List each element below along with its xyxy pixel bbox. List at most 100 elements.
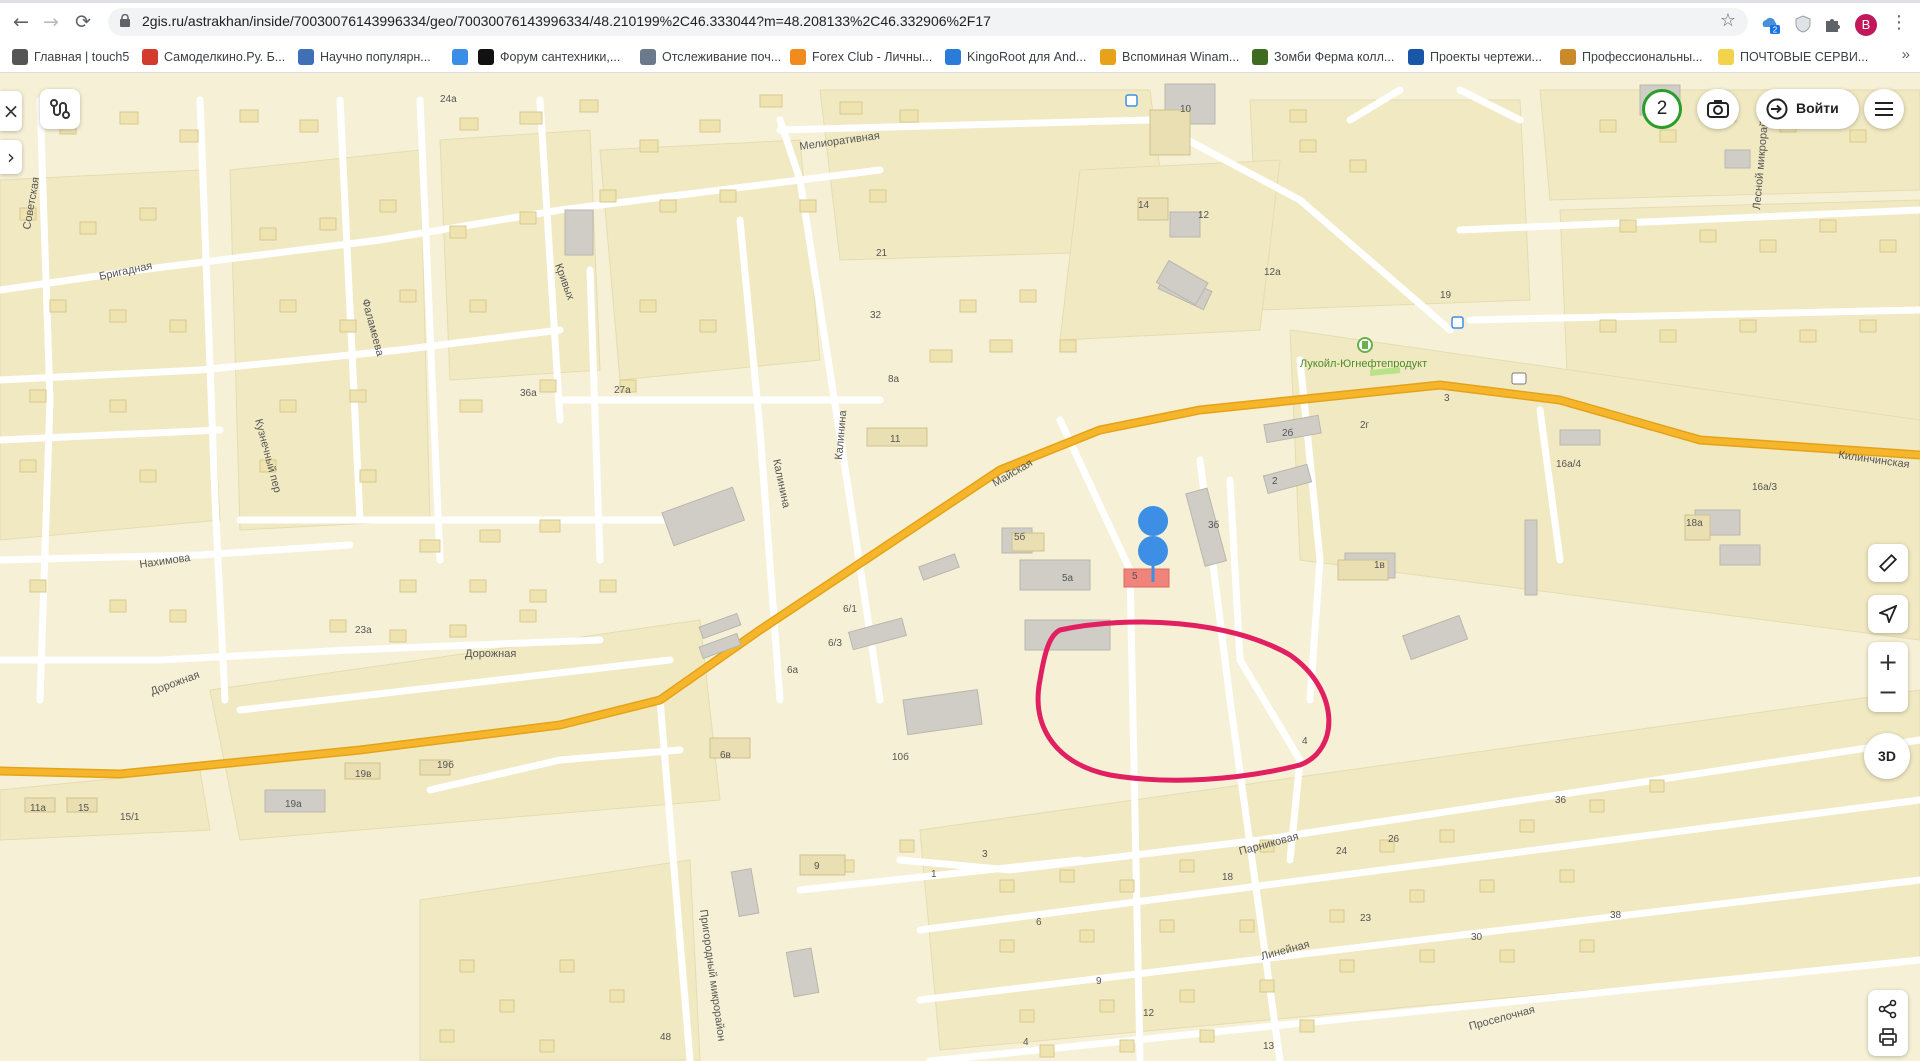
house-number[interactable]: 19	[1440, 290, 1452, 301]
house-number[interactable]: 2б	[1282, 427, 1294, 439]
house-number[interactable]: 30	[1471, 932, 1483, 943]
close-panel-button[interactable]: ×	[0, 91, 22, 131]
house-number[interactable]: 24	[1336, 846, 1348, 857]
house-number[interactable]: 11	[890, 434, 901, 445]
bookmark-item[interactable]: Профессиональны...	[1560, 47, 1703, 67]
house-number[interactable]: 23	[1360, 913, 1372, 924]
house-number[interactable]: 18а	[1686, 518, 1703, 529]
bookmark-item[interactable]: Вспоминая Winam...	[1100, 47, 1239, 67]
notifications-badge[interactable]: 2	[1642, 89, 1682, 129]
house-number[interactable]: 48	[660, 1032, 672, 1043]
bookmark-item[interactable]: Самоделкино.Ру. Б...	[142, 47, 285, 67]
main-menu-button[interactable]	[1864, 89, 1904, 129]
shield-extension-icon[interactable]	[1793, 14, 1813, 34]
house-number[interactable]: 3	[982, 849, 988, 860]
bookmark-item[interactable]: Форум сантехники,...	[478, 47, 620, 67]
house-number[interactable]: 4	[1023, 1037, 1029, 1048]
house-number[interactable]: 11а	[30, 803, 46, 814]
house-number[interactable]: 6а	[787, 665, 799, 676]
bookmark-item[interactable]	[452, 47, 474, 67]
3d-toggle-button[interactable]: 3D	[1864, 733, 1910, 779]
house-number[interactable]: 9	[814, 861, 820, 872]
house-number[interactable]: 2г	[1360, 420, 1370, 431]
back-icon[interactable]: ←	[8, 9, 34, 35]
house-number[interactable]: 13	[1263, 1041, 1275, 1052]
house-number[interactable]: 23а	[355, 625, 372, 636]
house-number[interactable]: 14	[1138, 200, 1150, 211]
house-number[interactable]: 15	[78, 803, 90, 814]
house-number[interactable]: 19б	[437, 759, 454, 771]
house-number[interactable]: 8а	[888, 374, 900, 385]
profile-avatar[interactable]: B	[1855, 14, 1877, 36]
house-number[interactable]: 16а/3	[1752, 482, 1777, 493]
house-number[interactable]: 15/1	[120, 812, 140, 823]
house-number[interactable]: 27а	[614, 385, 631, 396]
bookmarks-overflow-button[interactable]: »	[1902, 46, 1910, 63]
house-number[interactable]: 3	[1444, 393, 1450, 404]
reload-icon[interactable]: ⟳	[70, 9, 96, 35]
print-icon[interactable]	[1878, 1027, 1898, 1047]
bookmark-item[interactable]: ПОЧТОВЫЕ СЕРВИ...	[1718, 47, 1868, 67]
gas-station-poi[interactable]	[1357, 337, 1373, 353]
house-number[interactable]: 12	[1143, 1008, 1155, 1019]
bookmark-favicon-icon	[142, 49, 158, 65]
forward-icon[interactable]: →	[38, 9, 64, 35]
zoom-out-button[interactable]: −	[1878, 677, 1898, 707]
route-button[interactable]	[40, 89, 80, 129]
bookmark-item[interactable]: Научно популярн...	[298, 47, 431, 67]
address-bar[interactable]: 2gis.ru/astrakhan/inside/700300761439963…	[108, 8, 1748, 36]
house-number[interactable]: 4	[1302, 736, 1308, 747]
house-number[interactable]: 10б	[892, 751, 909, 763]
house-number[interactable]: 24а	[440, 94, 457, 105]
bookmark-item[interactable]: Зомби Ферма колл...	[1252, 47, 1394, 67]
expand-panel-button[interactable]: ›	[0, 140, 22, 174]
poi-label[interactable]: Лукойл-Югнефтепродукт	[1300, 358, 1427, 370]
house-number[interactable]: 3б	[1208, 519, 1220, 531]
house-number[interactable]: 5б	[1014, 531, 1026, 543]
house-number[interactable]: 6	[1036, 917, 1042, 928]
house-number[interactable]: 19в	[355, 769, 371, 780]
house-number[interactable]: 18	[1222, 872, 1234, 883]
puzzle-extensions-icon[interactable]	[1823, 14, 1843, 34]
house-number[interactable]: 38	[1610, 910, 1622, 921]
ruler-button[interactable]	[1868, 544, 1908, 582]
house-number[interactable]: 5а	[1062, 573, 1074, 584]
share-print-controls	[1868, 990, 1908, 1056]
house-number[interactable]: 5	[1132, 571, 1138, 582]
house-number[interactable]: 10	[1180, 104, 1192, 115]
browser-menu-icon[interactable]: ⋮	[1890, 12, 1908, 33]
bookmark-item[interactable]: Проекты чертежи...	[1408, 47, 1542, 67]
house-number[interactable]: 32	[870, 310, 882, 321]
house-number[interactable]: 36	[1555, 795, 1567, 806]
house-number[interactable]: 6/1	[843, 604, 857, 615]
extension-cloud-icon[interactable]: 2	[1760, 14, 1780, 34]
house-number[interactable]: 1в	[1374, 560, 1385, 571]
house-number[interactable]: 6в	[720, 750, 731, 761]
bookmark-item[interactable]: KingoRoot для And...	[945, 47, 1086, 67]
house-number[interactable]: 1	[931, 869, 937, 880]
house-number[interactable]: 9	[1096, 976, 1102, 987]
house-number[interactable]: 12а	[1264, 267, 1281, 278]
house-number[interactable]: 36а	[520, 388, 537, 399]
screenshot-button[interactable]	[1697, 89, 1739, 129]
bookmark-favicon-icon	[640, 49, 656, 65]
bookmark-item[interactable]: Forex Club - Личны...	[790, 47, 932, 67]
bookmark-favicon-icon	[790, 49, 806, 65]
bookmark-star-icon[interactable]: ☆	[1720, 10, 1736, 31]
house-number[interactable]: 16а/4	[1556, 459, 1581, 470]
share-icon[interactable]	[1878, 999, 1898, 1019]
bookmark-item[interactable]: Отслеживание поч...	[640, 47, 781, 67]
house-number[interactable]: 21	[876, 248, 888, 259]
house-number[interactable]: 6/3	[828, 638, 842, 649]
house-number[interactable]: 19а	[285, 799, 302, 810]
selected-building[interactable]	[1123, 568, 1170, 588]
house-number[interactable]: 2	[1272, 476, 1278, 487]
house-number[interactable]: 12	[1198, 210, 1210, 221]
my-location-button[interactable]	[1868, 595, 1908, 633]
map-svg[interactable]: Лукойл-Югнефтепродукт МелиоративнаяСовет…	[0, 73, 1920, 1061]
map-canvas[interactable]: Лукойл-Югнефтепродукт Мелиоративная Совет…	[0, 73, 1920, 1061]
bookmark-item[interactable]: Главная | touch5	[12, 47, 129, 67]
zoom-in-button[interactable]: +	[1878, 647, 1898, 677]
login-button[interactable]: Войти	[1756, 89, 1859, 129]
house-number[interactable]: 26	[1388, 834, 1400, 845]
